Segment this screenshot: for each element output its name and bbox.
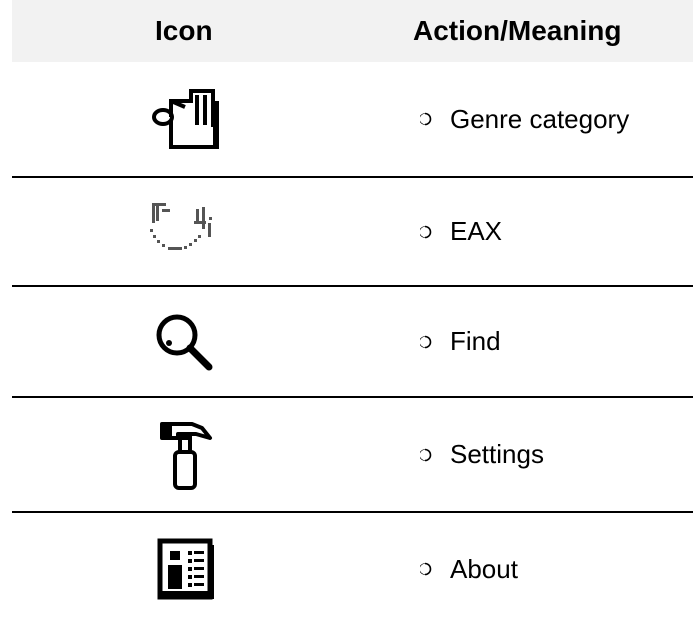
bullet-icon <box>420 562 434 576</box>
icon-legend-table: Icon Action/Meaning Genre category EAX F… <box>12 0 693 625</box>
action-label: Settings <box>450 439 544 469</box>
table-header: Icon Action/Meaning <box>12 0 693 62</box>
bullet-icon <box>420 225 434 239</box>
eax-icon <box>136 178 236 285</box>
action-label: About <box>450 553 518 584</box>
hammer-icon <box>136 398 236 511</box>
table-row: EAX <box>12 178 693 287</box>
table-row: Find <box>12 287 693 398</box>
action-label: Find <box>450 326 501 356</box>
table-row: Settings <box>12 398 693 513</box>
bullet-icon <box>420 112 434 126</box>
action-find: Find <box>420 287 501 396</box>
action-label: Genre category <box>450 103 630 134</box>
info-document-icon <box>136 513 236 625</box>
action-about: About <box>420 513 518 625</box>
table-row: About <box>12 513 693 625</box>
bullet-icon <box>420 335 434 349</box>
magnifier-icon <box>136 287 236 396</box>
header-icon: Icon <box>155 15 213 46</box>
bullet-icon <box>420 448 434 462</box>
action-label: EAX <box>450 216 503 246</box>
table-row: Genre category <box>12 62 693 178</box>
action-eax: EAX <box>420 178 502 285</box>
action-settings: Settings <box>420 398 544 511</box>
genre-music-folder-icon <box>136 62 236 176</box>
action-genre: Genre category <box>420 62 629 176</box>
header-action: Action/Meaning <box>413 15 622 46</box>
